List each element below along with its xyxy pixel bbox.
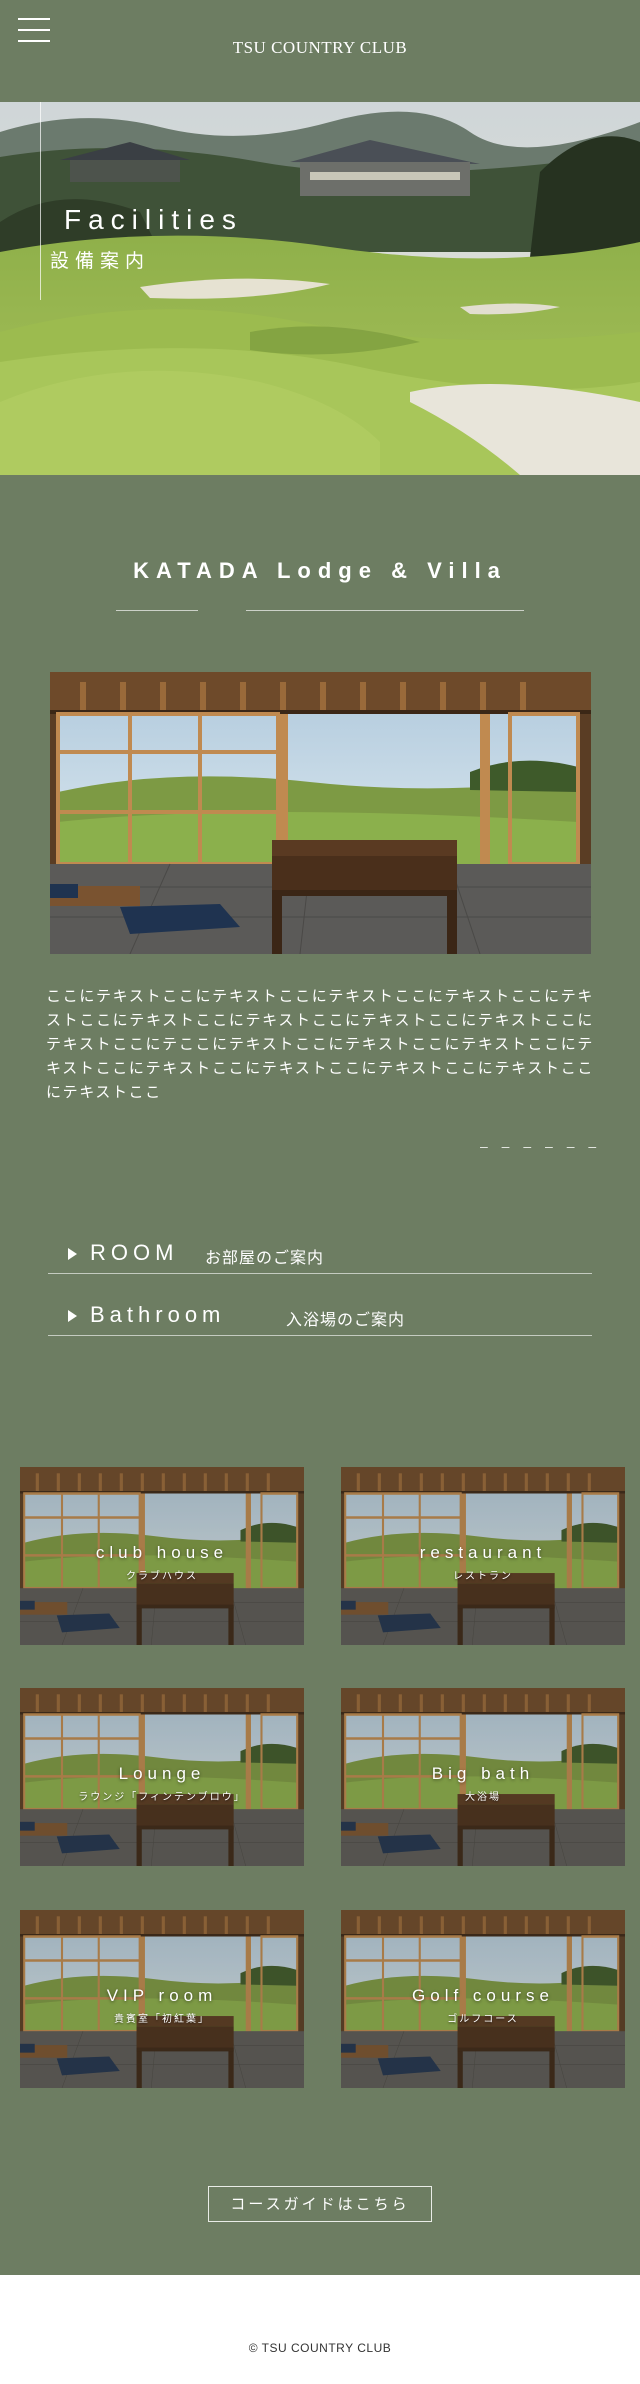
hero-image — [0, 102, 640, 475]
lodge-room-image — [50, 672, 591, 954]
tile-subtitle: ゴルフコース — [447, 2014, 519, 2025]
lodge-heading: KATADA Lodge & Villa — [133, 558, 507, 583]
hero-banner: Facilities 設備案内 — [0, 102, 640, 475]
bathroom-link[interactable]: Bathroom 入浴場のご案内 — [48, 1296, 592, 1336]
tile-title: Lounge — [118, 1764, 206, 1783]
tile-title: restaurant — [419, 1543, 547, 1562]
tile-big-bath[interactable]: Big bath 大浴場 — [341, 1688, 625, 1866]
tile-club-house[interactable]: club house クラブハウス — [20, 1467, 304, 1645]
tile-restaurant[interactable]: restaurant レストラン — [341, 1467, 625, 1645]
course-guide-button[interactable]: コースガイドはこちら — [208, 2186, 432, 2222]
heading-rule-left — [116, 610, 198, 611]
lodge-description: ここにテキストここにテキストここにテキストここにテキストここにテキストここにテキ… — [46, 987, 594, 1101]
tile-title: club house — [95, 1543, 229, 1562]
tile-subtitle: ラウンジ「フィンテンブロウ」 — [78, 1792, 246, 1803]
dash-divider: – – – – – – — [480, 1138, 602, 1154]
tile-subtitle: 貴賓室「初紅葉」 — [114, 2014, 210, 2025]
site-header: TSU COUNTRY CLUB — [0, 0, 640, 102]
tile-subtitle: 大浴場 — [465, 1792, 501, 1803]
tile-lounge[interactable]: Lounge ラウンジ「フィンテンブロウ」 — [20, 1688, 304, 1866]
site-footer: © TSU COUNTRY CLUB — [0, 2275, 640, 2384]
tile-title: Golf course — [412, 1986, 554, 2005]
bathroom-link-ja: 入浴場のご案内 — [286, 1310, 406, 1329]
copyright-text: © TSU COUNTRY CLUB — [248, 2341, 392, 2355]
tile-subtitle: クラブハウス — [126, 1571, 198, 1582]
hero-title: Facilities — [64, 204, 243, 235]
heading-rule-right — [246, 610, 524, 611]
site-title[interactable]: TSU COUNTRY CLUB — [0, 38, 640, 58]
room-link[interactable]: ROOM お部屋のご案内 — [48, 1234, 592, 1274]
hero-vertical-rule — [40, 102, 41, 300]
tile-subtitle: レストラン — [453, 1571, 513, 1582]
tile-title: VIP room — [106, 1986, 218, 2005]
tile-title: Big bath — [431, 1764, 535, 1783]
triangle-right-icon — [68, 1310, 77, 1322]
triangle-right-icon — [68, 1248, 77, 1260]
tile-golf-course[interactable]: Golf course ゴルフコース — [341, 1910, 625, 2088]
tile-vip-room[interactable]: VIP room 貴賓室「初紅葉」 — [20, 1910, 304, 2088]
hero-subtitle: 設備案内 — [50, 250, 151, 272]
room-link-ja: お部屋のご案内 — [205, 1248, 325, 1267]
bathroom-link-en: Bathroom — [90, 1302, 226, 1327]
lodge-photo — [50, 672, 591, 954]
room-link-en: ROOM — [90, 1240, 179, 1265]
